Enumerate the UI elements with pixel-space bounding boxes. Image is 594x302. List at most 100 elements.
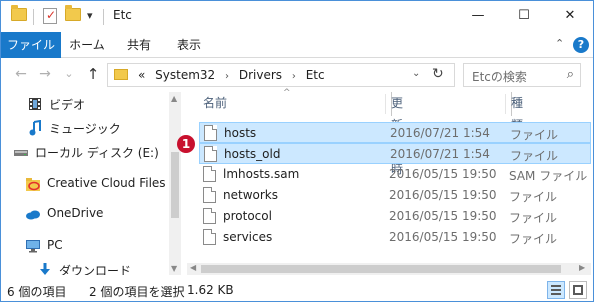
tab-home[interactable]: ホーム [67,32,107,58]
table-row[interactable]: hosts_old 2016/07/21 1:54 ファイル [199,143,591,164]
scroll-up-icon[interactable]: ▲ [171,94,177,103]
up-button[interactable]: ↑ [83,64,103,84]
file-type: ファイル [509,211,558,225]
table-row[interactable]: hosts 2016/07/21 1:54 ファイル [199,122,591,143]
file-date: 2016/07/21 1:54 [390,147,490,161]
details-view-icon [551,285,561,295]
nav-label: ダウンロード [59,264,132,275]
title-bar: ▾ Etc — ☐ ✕ [1,1,593,32]
navigation-scrollbar[interactable]: ▲ ▼ [169,92,181,275]
callout-badge: 1 [177,135,195,153]
column-header-date[interactable]: 更新日時 [385,92,403,176]
item-count: 6 個の項目 [7,285,67,299]
large-icons-view-icon [573,285,583,295]
search-placeholder: Etcの検索 [472,70,527,84]
maximize-button[interactable]: ☐ [501,1,547,32]
close-button[interactable]: ✕ [547,1,593,32]
file-type: ファイル [509,232,558,246]
column-header-name[interactable]: 名前 [203,92,227,116]
file-date: 2016/05/15 19:50 [389,167,497,181]
file-date: 2016/07/21 1:54 [390,126,490,140]
pc-icon [25,238,41,254]
minimize-button[interactable]: — [455,1,501,32]
chevron-down-icon[interactable]: ⌄ [412,68,420,79]
help-icon[interactable]: ? [573,37,589,53]
properties-icon[interactable] [43,8,57,24]
recent-locations-button[interactable]: ⌄ [59,64,79,84]
details-view-button[interactable] [547,281,565,299]
creative-cloud-icon [25,176,41,192]
ribbon-tabs: ファイル ホーム 共有 表示 ⌃ ? [1,32,593,58]
window-title: Etc [113,8,132,22]
file-date: 2016/05/15 19:50 [389,188,497,202]
chevron-right-icon[interactable]: › [292,71,296,82]
scroll-left-icon[interactable]: ◀ [190,263,196,272]
quick-access-dropdown[interactable]: ▾ [87,9,93,22]
drive-icon [13,144,29,160]
explorer-window: ▾ Etc — ☐ ✕ ファイル ホーム 共有 表示 ⌃ ? ← → ⌄ ↑ «… [0,0,594,302]
file-type: ファイル [510,149,559,163]
chevron-right-icon[interactable]: › [225,71,229,82]
file-date: 2016/05/15 19:50 [389,230,497,244]
file-list: 名前 ^ 更新日時 種類 hosts 2016/07/21 1:54 ファイル … [187,88,591,275]
tab-view[interactable]: 表示 [169,32,209,58]
scroll-down-icon[interactable]: ▼ [171,264,177,273]
file-name: services [223,230,273,244]
address-bar[interactable]: « System32 › Drivers › Etc ⌄ ↻ [107,63,455,87]
forward-button[interactable]: → [35,64,55,84]
back-button[interactable]: ← [11,64,31,84]
music-icon [27,119,43,136]
download-icon [37,262,53,275]
nav-label: Creative Cloud Files [47,176,166,190]
breadcrumb-etc[interactable]: Etc [306,68,325,82]
nav-label: ミュージック [49,122,121,136]
file-name: networks [223,188,278,202]
navigation-pane: ビデオ ミュージック ローカル ディスク (E:) Creative Cloud… [1,92,169,275]
tab-file[interactable]: ファイル [1,32,61,58]
folder-icon [11,5,27,21]
breadcrumb-system32[interactable]: System32 [155,68,215,82]
status-bar: 6 個の項目 2 個の項目を選択 1.62 KB [1,279,593,301]
scroll-right-icon[interactable]: ▶ [579,263,585,272]
selected-size: 1.62 KB [187,283,234,297]
table-row[interactable]: lmhosts.sam 2016/05/15 19:50 SAM ファイル [199,164,591,185]
address-row: ← → ⌄ ↑ « System32 › Drivers › Etc ⌄ ↻ E… [1,58,593,92]
search-box[interactable]: Etcの検索 ⌕ [463,63,581,87]
horizontal-scrollbar[interactable]: ◀ ▶ [187,263,591,275]
refresh-icon[interactable]: ↻ [432,66,444,82]
scroll-thumb[interactable] [201,265,561,273]
file-icon [203,208,216,224]
breadcrumb-drivers[interactable]: Drivers [239,68,282,82]
file-icon [204,125,217,141]
sort-ascending-icon: ^ [283,88,291,98]
folder-icon [114,69,128,80]
table-row[interactable]: protocol 2016/05/15 19:50 ファイル [199,206,591,227]
tab-share[interactable]: 共有 [119,32,159,58]
table-row[interactable]: networks 2016/05/15 19:50 ファイル [199,185,591,206]
nav-label: ローカル ディスク (E:) [35,146,159,160]
file-name: hosts [224,126,257,140]
scroll-thumb[interactable] [171,152,179,218]
breadcrumb-overflow[interactable]: « [138,68,145,82]
file-name: hosts_old [224,147,281,161]
collapse-ribbon-icon[interactable]: ⌃ [555,37,564,50]
nav-label: ビデオ [49,98,86,112]
table-row[interactable]: services 2016/05/15 19:50 ファイル [199,227,591,248]
file-name: lmhosts.sam [223,167,300,181]
new-folder-icon[interactable] [65,5,81,21]
column-header-type[interactable]: 種類 [505,92,523,132]
file-icon [203,166,216,182]
selected-count: 2 個の項目を選択 [89,285,185,299]
breadcrumb: « System32 › Drivers › Etc [138,68,331,82]
nav-label: PC [47,238,63,252]
file-name: protocol [223,209,272,223]
separator [103,9,104,25]
large-icons-view-button[interactable] [569,281,587,299]
file-date: 2016/05/15 19:50 [389,209,497,223]
search-icon[interactable]: ⌕ [567,67,574,82]
separator [33,9,34,25]
file-type: SAM ファイル [509,169,588,183]
file-icon [204,146,217,162]
video-icon [27,96,43,112]
nav-label: OneDrive [47,206,104,220]
